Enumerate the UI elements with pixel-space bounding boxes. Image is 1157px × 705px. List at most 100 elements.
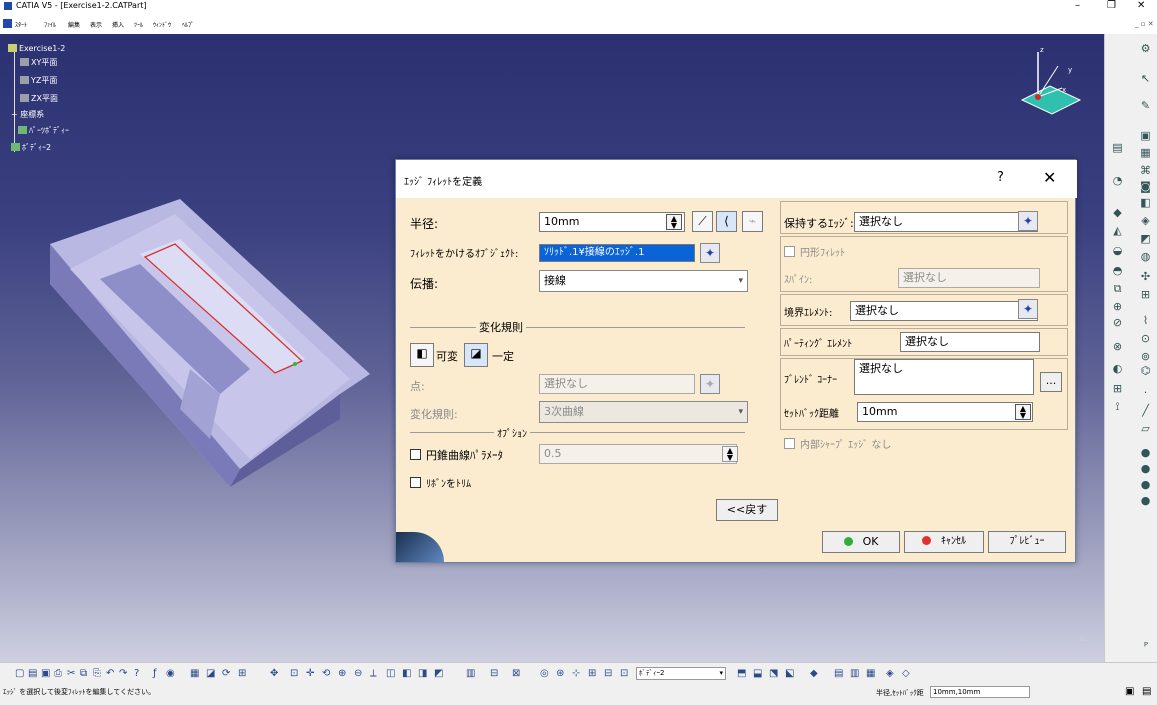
menu-help[interactable]: ﾍﾙﾌﾟ xyxy=(182,20,194,29)
zoom-in-icon[interactable]: ⊕ xyxy=(338,668,349,679)
hole-icon[interactable]: ▤ xyxy=(1111,141,1124,154)
scan-icon[interactable]: ◪ xyxy=(206,668,217,679)
tool-g-icon[interactable]: ⊟ xyxy=(604,668,615,679)
less-button[interactable]: <<戻す xyxy=(716,499,778,521)
remove-icon[interactable]: ⬕ xyxy=(785,668,796,679)
parting-input[interactable]: 選択なし xyxy=(900,332,1040,352)
line-icon[interactable]: ╱ xyxy=(1139,404,1152,417)
propagation-select[interactable]: 接線 ▾ xyxy=(539,270,748,292)
help-button[interactable]: ? xyxy=(997,170,1004,185)
tree-item-yz[interactable]: YZ平面 xyxy=(20,76,57,86)
copy-icon[interactable]: ⧉ xyxy=(80,668,91,679)
conic-input[interactable]: 0.5 xyxy=(539,444,737,464)
rotate-icon[interactable]: ⟲ xyxy=(322,668,333,679)
ref-a-icon[interactable]: ▤ xyxy=(834,668,845,679)
status-icon-a[interactable]: ▣ xyxy=(1125,686,1134,697)
setback-spinner[interactable]: ▲ ▼ xyxy=(1015,404,1031,420)
zoom-out-icon[interactable]: ⊖ xyxy=(354,668,365,679)
conic-spinner[interactable]: ▲ ▼ xyxy=(722,446,738,462)
restore-button[interactable]: ❐ xyxy=(1107,0,1116,12)
objects-input[interactable]: ｿﾘｯﾄﾞ.1¥接線のｴｯｼﾞ.1 xyxy=(539,244,695,262)
tool-h-icon[interactable]: ⊡ xyxy=(620,668,631,679)
draft-icon[interactable]: ◭ xyxy=(1111,224,1124,237)
sharp-edges-checkbox[interactable] xyxy=(784,438,795,449)
conic-checkbox[interactable] xyxy=(410,449,421,460)
ref-d-icon[interactable]: ◈ xyxy=(886,668,897,679)
spine-input[interactable]: 選択なし xyxy=(898,268,1040,288)
tool-d-icon[interactable]: ⊛ xyxy=(556,668,567,679)
measure-icon[interactable]: ⊚ xyxy=(1139,350,1152,363)
tree-item-zx[interactable]: ZX平面 xyxy=(20,94,58,104)
shell-icon[interactable]: ◒ xyxy=(1111,244,1124,257)
open-icon[interactable]: ▤ xyxy=(28,668,39,679)
limit-input[interactable]: 選択なし xyxy=(850,301,1038,321)
tree-item-xy[interactable]: XY平面 xyxy=(20,58,57,68)
constant-icon[interactable]: ◪ xyxy=(464,343,488,367)
keep-edges-input[interactable]: 選択なし xyxy=(854,212,1038,232)
close-surface-icon[interactable]: ⊙ xyxy=(1139,332,1152,345)
point-icon[interactable]: · xyxy=(1139,386,1152,399)
mdi-controls[interactable]: _ ▫ ✕ xyxy=(1135,20,1154,28)
rib-icon[interactable]: ◧ xyxy=(1139,196,1152,209)
print-icon[interactable]: ⎙ xyxy=(54,668,65,679)
pad-icon[interactable]: ▣ xyxy=(1139,129,1152,142)
menu-start[interactable]: ｽﾀｰﾄ xyxy=(15,20,27,29)
trim-ribbon-checkbox[interactable] xyxy=(410,477,421,488)
save-icon[interactable]: ▣ xyxy=(41,668,52,679)
catia-menu-icon[interactable] xyxy=(3,19,12,28)
tool-f-icon[interactable]: ⊞ xyxy=(588,668,599,679)
axis-icon[interactable]: ⟟ xyxy=(1111,400,1124,413)
material-icon[interactable]: ◐ xyxy=(1111,362,1124,375)
stiffener-icon[interactable]: ◩ xyxy=(1139,232,1152,245)
undo-icon[interactable]: ↶ xyxy=(106,668,117,679)
fly-mode-icon[interactable]: ✥ xyxy=(270,668,281,679)
law-mode-icon[interactable]: ⌁ xyxy=(742,211,763,232)
close-button[interactable]: ✕ xyxy=(1137,0,1145,12)
pocket-icon[interactable]: ▦ xyxy=(1139,146,1152,159)
plane-tool-icon[interactable]: ▱ xyxy=(1139,422,1152,435)
chordal-mode-icon[interactable]: ⟨ xyxy=(716,211,737,232)
tool-a-icon[interactable]: ⊟ xyxy=(490,668,501,679)
radius-spinner[interactable]: ▲ ▼ xyxy=(666,214,682,230)
swap-space-icon[interactable]: ◩ xyxy=(434,668,445,679)
blend-more-button[interactable]: ... xyxy=(1040,372,1062,392)
whats-this-icon[interactable]: ? xyxy=(134,668,145,679)
assemble-icon[interactable]: ⬓ xyxy=(753,668,764,679)
sketch-icon[interactable]: ✎ xyxy=(1139,99,1152,112)
command-input[interactable]: 10mm,10mm xyxy=(930,686,1030,698)
select-arrow-icon[interactable]: ↖ xyxy=(1139,72,1152,85)
dialog-close-button[interactable]: ✕ xyxy=(1043,168,1056,187)
body-combo[interactable]: ﾎﾞﾃﾞｨｰ2 ▾ xyxy=(636,667,726,680)
circular-fillet-checkbox[interactable] xyxy=(784,246,795,257)
thickness-icon[interactable]: ◍ xyxy=(1139,250,1152,263)
tool-b-icon[interactable]: ⊠ xyxy=(512,668,523,679)
formula-icon[interactable]: ƒ xyxy=(153,668,164,679)
fillet-icon[interactable]: ◔ xyxy=(1111,174,1124,187)
tree-item-partbody[interactable]: ﾊﾟｰﾂﾎﾞﾃﾞｨｰ xyxy=(18,126,69,136)
menu-view[interactable]: 表示 xyxy=(90,20,102,29)
constraint-icon[interactable]: ⌬ xyxy=(1139,364,1152,377)
sew-icon[interactable]: ⌇ xyxy=(1139,314,1152,327)
ref-c-icon[interactable]: ▦ xyxy=(866,668,877,679)
compass-icon[interactable]: z y x xyxy=(1010,42,1090,122)
blend-input[interactable]: 選択なし xyxy=(854,359,1034,395)
chamfer-icon[interactable]: ◆ xyxy=(1111,206,1124,219)
fit-all-icon[interactable]: ⊡ xyxy=(290,668,301,679)
status-icon-b[interactable]: ▤ xyxy=(1142,686,1151,697)
paste-icon[interactable]: ⎘ xyxy=(93,668,104,679)
point-picker-icon[interactable]: ✦ xyxy=(700,374,720,394)
ref-e-icon[interactable]: ◇ xyxy=(902,668,913,679)
pan-icon[interactable]: ✛ xyxy=(306,668,317,679)
tool-c-icon[interactable]: ◎ xyxy=(540,668,551,679)
point-input[interactable]: 選択なし xyxy=(539,374,695,394)
shaft-icon[interactable]: ⌘ xyxy=(1139,164,1152,177)
menu-tools[interactable]: ﾂｰﾙ xyxy=(134,20,143,29)
groove-icon[interactable]: ◙ xyxy=(1139,180,1152,193)
knowledge-icon[interactable]: ◉ xyxy=(166,668,177,679)
part-3d-model[interactable] xyxy=(40,169,370,499)
tree-item-body2[interactable]: ﾎﾞﾃﾞｨｰ2 xyxy=(11,143,51,153)
setback-input[interactable]: 10mm xyxy=(857,402,1033,422)
analysis-icon-1[interactable]: ● xyxy=(1139,446,1152,459)
slot-icon[interactable]: ◈ xyxy=(1139,214,1152,227)
cut-icon[interactable]: ✂ xyxy=(67,668,78,679)
